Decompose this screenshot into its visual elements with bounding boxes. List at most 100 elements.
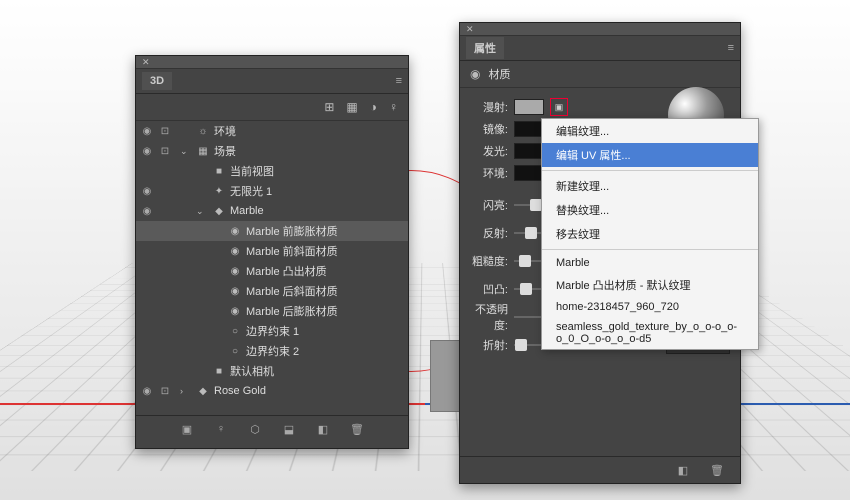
ambient-label: 环境:: [470, 165, 508, 181]
visibility-toggle-icon[interactable]: ◉: [140, 146, 154, 157]
tree-row[interactable]: ■ 默认相机: [136, 361, 408, 381]
item-type-icon: ✦: [212, 186, 226, 197]
specular-swatch[interactable]: [514, 121, 544, 137]
visibility-toggle-icon[interactable]: ◉: [140, 386, 154, 397]
tree-item-label: Marble 前膨胀材质: [246, 223, 404, 239]
diffuse-texture-button[interactable]: ▣: [550, 98, 568, 116]
link-icon[interactable]: ⊡: [158, 386, 172, 397]
item-type-icon: ▦: [196, 146, 210, 157]
titlebar-3d[interactable]: ✕: [136, 56, 408, 69]
close-icon[interactable]: ✕: [466, 24, 474, 35]
shine-label: 闪亮:: [470, 197, 508, 213]
item-type-icon: ◉: [228, 246, 242, 257]
disclosure-icon[interactable]: ›: [180, 386, 192, 396]
item-type-icon: ◆: [196, 386, 210, 397]
tree-item-label: 环境: [214, 123, 404, 139]
tree-row[interactable]: ◉ Marble 后斜面材质: [136, 281, 408, 301]
bump-label: 凹凸:: [470, 281, 508, 297]
filter-scene-icon[interactable]: ♀: [389, 100, 398, 114]
tree-item-label: 无限光 1: [230, 183, 404, 199]
disclosure-icon[interactable]: ⌄: [180, 146, 192, 157]
tree-item-label: 当前视图: [230, 163, 404, 179]
tree-row[interactable]: ◉ ⊡ ☼ 环境: [136, 121, 408, 141]
tree-item-label: Marble 凸出材质: [246, 263, 404, 279]
flyout-menu-icon[interactable]: ≡: [728, 42, 734, 54]
tree-row[interactable]: ○ 边界约束 2: [136, 341, 408, 361]
glow-label: 发光:: [470, 143, 508, 159]
tree-item-label: Rose Gold: [214, 385, 404, 397]
item-type-icon: ◆: [212, 206, 226, 217]
tree-item-label: 边界约束 1: [246, 323, 404, 339]
texture-context-menu: 编辑纹理...编辑 UV 属性... 新建纹理...替换纹理...移去纹理 Marb…: [541, 118, 759, 350]
diffuse-swatch[interactable]: [514, 99, 544, 115]
tab-3d[interactable]: 3D: [142, 72, 172, 90]
opacity-label: 不透明度:: [470, 301, 508, 333]
link-icon[interactable]: ⊡: [158, 146, 172, 157]
filter-bar-3d: ⊞ ▦ ◑ ♀: [136, 94, 408, 121]
item-type-icon: ◉: [228, 266, 242, 277]
panel-3d-footer: ▣ ♀ ⬡ ⬓ ◧ 🗑: [136, 415, 408, 442]
light-icon[interactable]: ♀: [212, 423, 230, 435]
tab-properties[interactable]: 属性: [466, 37, 504, 59]
specular-label: 镜像:: [470, 121, 508, 137]
tree-row[interactable]: ◉ ⌄ ◆ Marble: [136, 201, 408, 221]
material-mode-icon[interactable]: ◉: [470, 67, 480, 81]
item-type-icon: ■: [212, 166, 226, 177]
tree-row[interactable]: ◉Marble 后膨胀材质: [136, 301, 408, 321]
ambient-swatch[interactable]: [514, 165, 544, 181]
menu-item[interactable]: home-2318457_960_720: [542, 297, 758, 317]
filter-mesh-icon[interactable]: ⊞: [324, 100, 334, 114]
ground-icon[interactable]: ⬓: [280, 423, 298, 436]
tree-row[interactable]: ◉⊡⌄▦场景: [136, 141, 408, 161]
item-type-icon: ■: [212, 366, 226, 377]
refract-label: 折射:: [470, 337, 508, 353]
ibl-icon[interactable]: ⬡: [246, 423, 264, 436]
new-icon[interactable]: ◧: [314, 423, 332, 436]
tree-item-label: Marble 后斜面材质: [246, 283, 404, 299]
flyout-menu-icon[interactable]: ≡: [396, 75, 402, 87]
menu-item[interactable]: 替换纹理...: [542, 198, 758, 222]
menu-item[interactable]: 编辑纹理...: [542, 119, 758, 143]
tree-item-label: 边界约束 2: [246, 343, 404, 359]
new-material-icon[interactable]: ◧: [674, 464, 692, 477]
menu-item[interactable]: 编辑 UV 属性...: [542, 143, 758, 167]
tree-item-label: Marble 后膨胀材质: [246, 303, 404, 319]
titlebar-properties[interactable]: ✕: [460, 23, 740, 36]
menu-item[interactable]: seamless_gold_texture_by_o_o-o_o-o_0_O_o…: [542, 317, 758, 349]
visibility-toggle-icon[interactable]: ◉: [140, 186, 154, 197]
item-type-icon: ☼: [196, 126, 210, 137]
menu-item[interactable]: Marble 凸出材质 - 默认纹理: [542, 273, 758, 297]
tree-row[interactable]: ◉ Marble 凸出材质: [136, 261, 408, 281]
item-type-icon: ○: [228, 346, 242, 357]
item-type-icon: ◉: [228, 226, 242, 237]
tree-item-label: Marble 前斜面材质: [246, 243, 404, 259]
link-icon[interactable]: ⊡: [158, 126, 172, 137]
item-type-icon: ◉: [228, 286, 242, 297]
menu-item[interactable]: 移去纹理: [542, 222, 758, 246]
tree-row[interactable]: ◉ ⊡ › ◆ Rose Gold: [136, 381, 408, 401]
glow-swatch[interactable]: [514, 143, 544, 159]
tree-row[interactable]: ■ 当前视图: [136, 161, 408, 181]
disclosure-icon[interactable]: ⌄: [196, 206, 208, 217]
scene-tree[interactable]: ◉⊡☼环境◉⊡⌄▦场景■当前视图◉✦无限光 1◉⌄◆Marble◉Marble …: [136, 121, 408, 415]
render-icon[interactable]: ▣: [178, 423, 196, 436]
filter-material-icon[interactable]: ▦: [346, 100, 357, 114]
filter-light-icon[interactable]: ◑: [370, 100, 377, 114]
tree-row[interactable]: ○边界约束 1: [136, 321, 408, 341]
tree-row[interactable]: ◉ Marble 前斜面材质: [136, 241, 408, 261]
rough-label: 粗糙度:: [470, 253, 508, 269]
reflect-label: 反射:: [470, 225, 508, 241]
panel-3d: ✕ 3D ≡ ⊞ ▦ ◑ ♀ ◉⊡☼环境◉⊡⌄▦场景■当前视图◉✦无限光 1◉⌄…: [135, 55, 409, 449]
close-icon[interactable]: ✕: [142, 57, 150, 68]
tree-item-label: Marble: [230, 205, 404, 217]
trash-icon[interactable]: 🗑: [348, 423, 366, 436]
tree-item-label: 默认相机: [230, 363, 404, 379]
visibility-toggle-icon[interactable]: ◉: [140, 126, 154, 137]
visibility-toggle-icon[interactable]: ◉: [140, 206, 154, 217]
tree-row[interactable]: ◉ ✦ 无限光 1: [136, 181, 408, 201]
trash-icon[interactable]: 🗑: [708, 464, 726, 477]
material-tab-label[interactable]: 材质: [488, 66, 510, 82]
menu-item[interactable]: Marble: [542, 253, 758, 273]
menu-item[interactable]: 新建纹理...: [542, 174, 758, 198]
tree-row[interactable]: ◉ Marble 前膨胀材质: [136, 221, 408, 241]
